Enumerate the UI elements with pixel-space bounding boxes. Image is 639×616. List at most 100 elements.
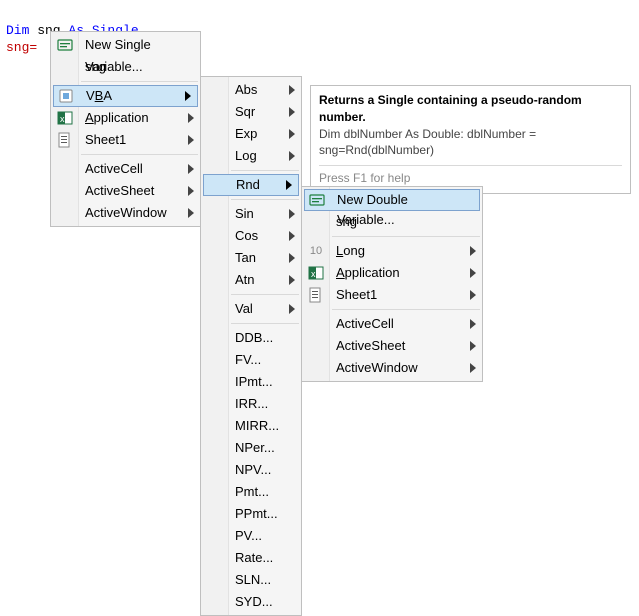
submenu-arrow-icon (289, 101, 295, 123)
menu-item-sng[interactable]: sng (302, 211, 482, 233)
menu-item-sheet1[interactable]: Sheet1 (51, 129, 200, 151)
submenu-arrow-icon (289, 145, 295, 167)
menu-label: Sin (235, 206, 254, 221)
menu-separator (231, 323, 299, 324)
menu-separator (332, 309, 480, 310)
menu-item-sqr[interactable]: Sqr (201, 101, 301, 123)
menu-label: Application (85, 110, 149, 125)
menu-item-exp[interactable]: Exp (201, 123, 301, 145)
context-menu-level2: Abs Sqr Exp Log Rnd Sin Cos Tan Atn Val … (200, 76, 302, 616)
menu-item-abs[interactable]: Abs (201, 79, 301, 101)
code-kw-dim: Dim (6, 23, 29, 38)
menu-label: Log (235, 148, 257, 163)
menu-label: NPV... (235, 462, 271, 477)
menu-label: Tan (235, 250, 256, 265)
submenu-arrow-icon (188, 129, 194, 151)
submenu-arrow-icon (185, 86, 191, 106)
menu-label: Val (235, 301, 253, 316)
menu-item-new-double-variable[interactable]: New Double Variable... (304, 189, 480, 211)
menu-item-log[interactable]: Log (201, 145, 301, 167)
menu-label: Cos (235, 228, 258, 243)
context-menu-level3: New Double Variable... sng 10 Long x App… (301, 186, 483, 382)
menu-item-vba[interactable]: VBA (53, 85, 198, 107)
svg-text:x: x (311, 269, 316, 279)
menu-item-activecell[interactable]: ActiveCell (302, 313, 482, 335)
context-menu-level1: New Single Variable... sng VBA x Applica… (50, 31, 201, 227)
menu-item-application[interactable]: x Application (302, 262, 482, 284)
menu-label: Sheet1 (85, 132, 126, 147)
menu-item-fv[interactable]: FV... (201, 349, 301, 371)
submenu-arrow-icon (289, 298, 295, 320)
menu-item-irr[interactable]: IRR... (201, 393, 301, 415)
menu-label: ActiveCell (336, 316, 394, 331)
menu-item-new-single-variable[interactable]: New Single Variable... (51, 34, 200, 56)
new-variable-icon (309, 192, 325, 208)
menu-label: Exp (235, 126, 257, 141)
submenu-arrow-icon (289, 123, 295, 145)
menu-item-syd[interactable]: SYD... (201, 591, 301, 613)
menu-label: PV... (235, 528, 262, 543)
tooltip-separator (319, 165, 622, 166)
menu-label: ActiveCell (85, 161, 143, 176)
menu-item-sln[interactable]: SLN... (201, 569, 301, 591)
menu-item-application[interactable]: x Application (51, 107, 200, 129)
menu-item-val[interactable]: Val (201, 298, 301, 320)
menu-item-activewindow[interactable]: ActiveWindow (302, 357, 482, 379)
tooltip-rnd-help: Returns a Single containing a pseudo-ran… (310, 85, 631, 194)
menu-label: PPmt... (235, 506, 278, 521)
tooltip-hint: Press F1 for help (319, 170, 622, 187)
menu-item-pmt[interactable]: Pmt... (201, 481, 301, 503)
menu-item-long[interactable]: 10 Long (302, 240, 482, 262)
sheet-icon (308, 287, 324, 303)
menu-label: Pmt... (235, 484, 269, 499)
menu-label: SYD... (235, 594, 273, 609)
menu-item-sng[interactable]: sng (51, 56, 200, 78)
menu-item-activesheet[interactable]: ActiveSheet (302, 335, 482, 357)
tooltip-body-line2: sng=Rnd(dblNumber) (319, 142, 622, 159)
menu-label: Abs (235, 82, 257, 97)
menu-item-cos[interactable]: Cos (201, 225, 301, 247)
menu-item-tan[interactable]: Tan (201, 247, 301, 269)
menu-item-activewindow[interactable]: ActiveWindow (51, 202, 200, 224)
menu-item-atn[interactable]: Atn (201, 269, 301, 291)
menu-label: NPer... (235, 440, 275, 455)
submenu-arrow-icon (289, 203, 295, 225)
menu-item-sheet1[interactable]: Sheet1 (302, 284, 482, 306)
vba-icon (58, 88, 74, 104)
sheet-icon (57, 132, 73, 148)
submenu-arrow-icon (470, 284, 476, 306)
menu-item-ipmt[interactable]: IPmt... (201, 371, 301, 393)
menu-item-sin[interactable]: Sin (201, 203, 301, 225)
menu-separator (81, 154, 198, 155)
menu-separator (231, 294, 299, 295)
menu-item-rnd[interactable]: Rnd (203, 174, 299, 196)
menu-label: IPmt... (235, 374, 273, 389)
submenu-arrow-icon (286, 175, 292, 195)
menu-item-pv[interactable]: PV... (201, 525, 301, 547)
menu-item-mirr[interactable]: MIRR... (201, 415, 301, 437)
menu-label: DDB... (235, 330, 273, 345)
menu-item-npv[interactable]: NPV... (201, 459, 301, 481)
menu-separator (231, 170, 299, 171)
submenu-arrow-icon (188, 107, 194, 129)
menu-item-ddb[interactable]: DDB... (201, 327, 301, 349)
menu-item-ppmt[interactable]: PPmt... (201, 503, 301, 525)
submenu-arrow-icon (470, 335, 476, 357)
menu-label: Rnd (236, 177, 260, 192)
menu-label: Long (336, 243, 365, 258)
submenu-arrow-icon (188, 180, 194, 202)
tooltip-title: Returns a Single containing a pseudo-ran… (319, 92, 622, 126)
menu-label: ActiveSheet (85, 183, 154, 198)
menu-item-activecell[interactable]: ActiveCell (51, 158, 200, 180)
menu-item-activesheet[interactable]: ActiveSheet (51, 180, 200, 202)
new-variable-icon (57, 37, 73, 53)
menu-label: MIRR... (235, 418, 279, 433)
submenu-arrow-icon (470, 262, 476, 284)
menu-item-nper[interactable]: NPer... (201, 437, 301, 459)
submenu-arrow-icon (470, 240, 476, 262)
menu-label: ActiveWindow (85, 205, 167, 220)
submenu-arrow-icon (289, 269, 295, 291)
menu-label: sng (336, 214, 357, 229)
menu-label: ActiveWindow (336, 360, 418, 375)
menu-item-rate[interactable]: Rate... (201, 547, 301, 569)
